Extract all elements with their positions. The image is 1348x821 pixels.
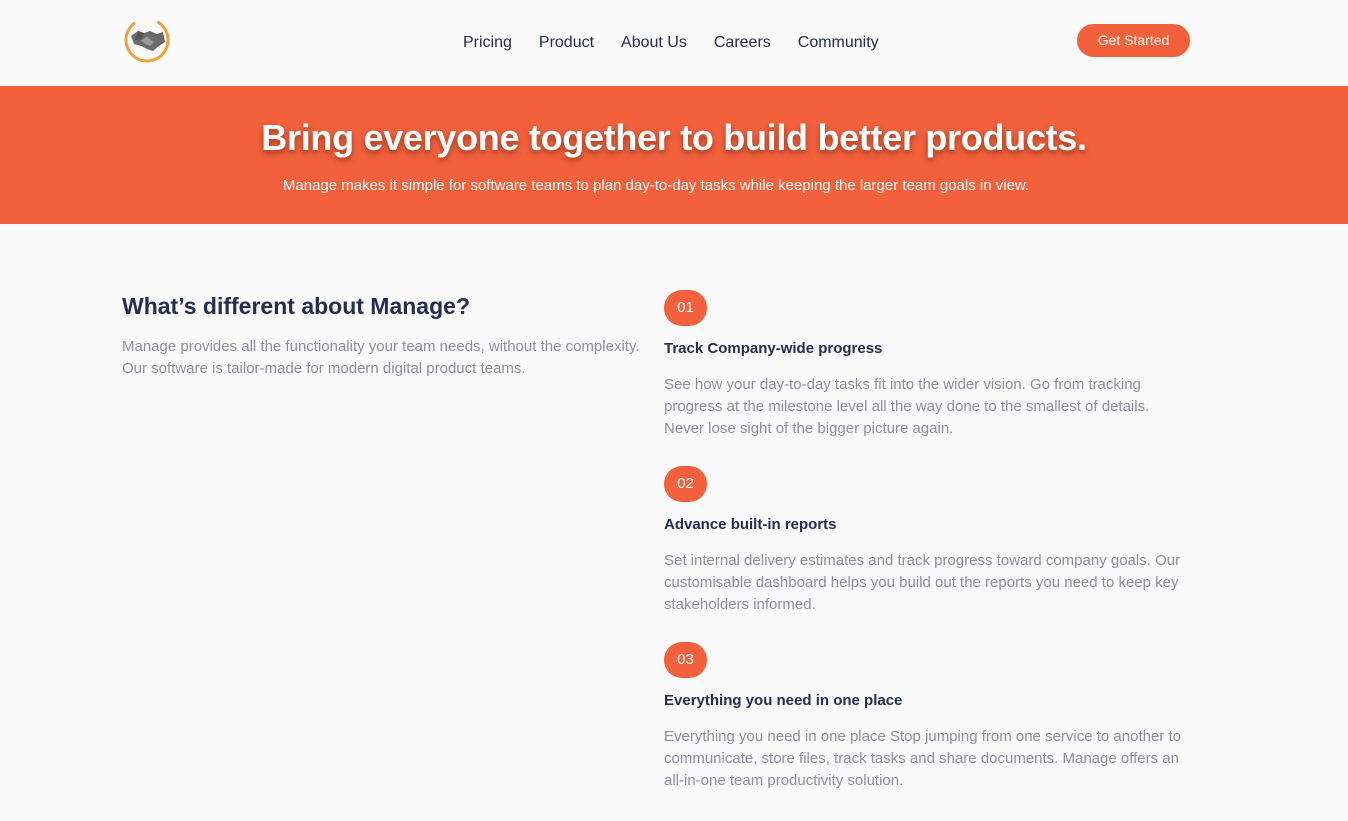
feature-title: Advance built-in reports bbox=[664, 516, 837, 533]
get-started-button[interactable]: Get Started bbox=[1077, 24, 1190, 57]
feature-number-badge: 01 bbox=[664, 290, 707, 326]
site-header: Pricing Product About Us Careers Communi… bbox=[0, 0, 1348, 86]
hero-banner: Bring everyone together to build better … bbox=[0, 86, 1348, 224]
feature-description: See how your day-to-day tasks fit into t… bbox=[664, 376, 1150, 437]
hero-subtitle: Manage makes it simple for software team… bbox=[282, 177, 1030, 194]
feature-number-badge: 03 bbox=[664, 642, 707, 678]
about-body: Manage provides all the functionality yo… bbox=[122, 338, 640, 377]
nav-link-about-us[interactable]: About Us bbox=[613, 32, 687, 54]
feature-title: Everything you need in one place bbox=[664, 692, 903, 709]
feature-description: Set internal delivery estimates and trac… bbox=[664, 552, 1181, 613]
about-section: What’s different about Manage? Manage pr… bbox=[122, 291, 642, 380]
feature-item: 03 Everything you need in one place Ever… bbox=[664, 642, 1194, 792]
feature-item: 02 Advance built-in reports Set internal… bbox=[664, 466, 1194, 616]
nav-link-pricing[interactable]: Pricing bbox=[455, 32, 512, 54]
feature-item: 01 Track Company-wide progress See how y… bbox=[664, 290, 1194, 440]
main-nav: Pricing Product About Us Careers Communi… bbox=[455, 32, 879, 54]
handshake-icon bbox=[124, 17, 170, 63]
feature-description: Everything you need in one place Stop ju… bbox=[664, 728, 1181, 789]
nav-link-careers[interactable]: Careers bbox=[706, 32, 771, 54]
feature-number-badge: 02 bbox=[664, 466, 707, 502]
handshake-logo[interactable] bbox=[123, 16, 171, 64]
hero-title: Bring everyone together to build better … bbox=[261, 117, 1087, 158]
nav-link-product[interactable]: Product bbox=[531, 32, 594, 54]
feature-title: Track Company-wide progress bbox=[664, 340, 883, 357]
about-heading: What’s different about Manage? bbox=[122, 293, 470, 319]
nav-link-community[interactable]: Community bbox=[790, 32, 879, 54]
